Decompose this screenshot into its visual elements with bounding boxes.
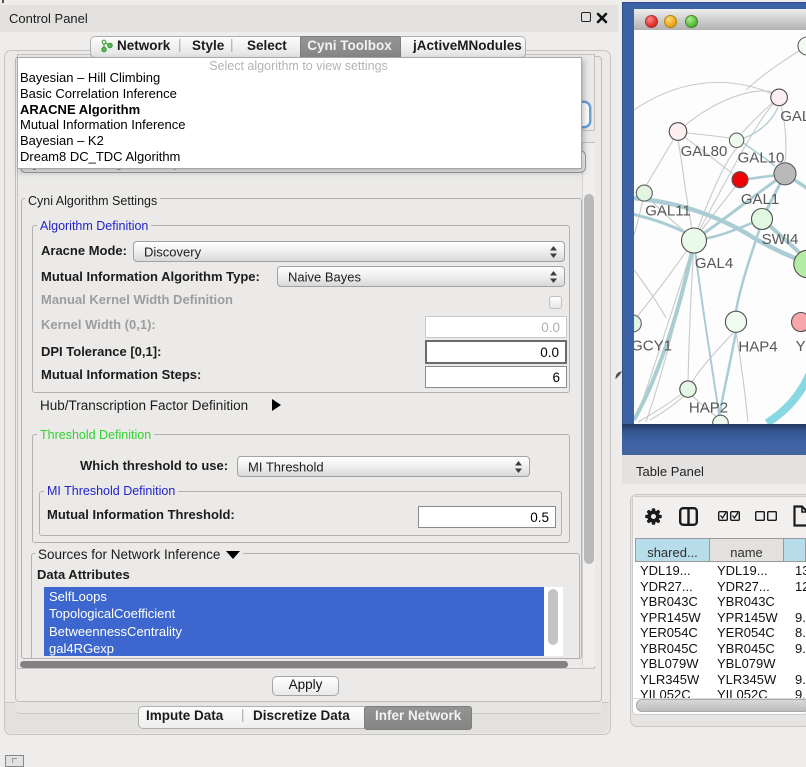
svg-text:SWI4: SWI4 (762, 231, 799, 248)
svg-text:HAP4: HAP4 (738, 339, 777, 356)
svg-text:GAL1: GAL1 (741, 191, 779, 208)
svg-text:GAL80: GAL80 (681, 143, 728, 160)
svg-text:GAL11: GAL11 (645, 203, 691, 220)
svg-text:HAP2: HAP2 (689, 400, 728, 417)
svg-text:GAL7: GAL7 (780, 108, 806, 125)
svg-text:YJ: YJ (796, 338, 806, 355)
svg-text:GCY1: GCY1 (634, 338, 672, 355)
svg-text:GAL4: GAL4 (695, 255, 733, 272)
svg-text:GAL10: GAL10 (738, 149, 785, 166)
